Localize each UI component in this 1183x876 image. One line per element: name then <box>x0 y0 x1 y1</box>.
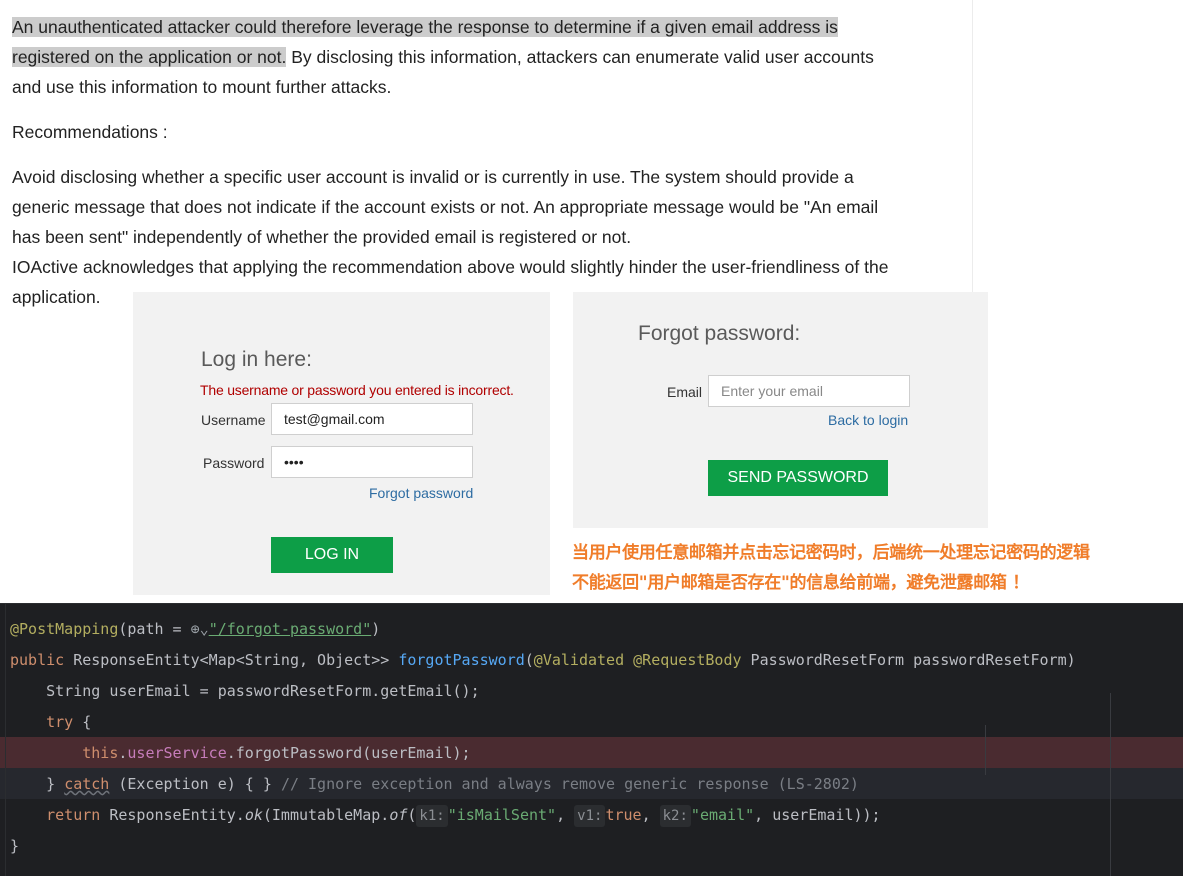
report-line: registered on the application or not. By… <box>12 42 972 72</box>
forgot-password-title: Forgot password: <box>638 322 801 345</box>
code-line: } <box>10 837 20 855</box>
report-line: An unauthenticated attacker could theref… <box>12 12 972 42</box>
gutter <box>5 603 6 876</box>
code-line: } catch (Exception e) { } // Ignore exce… <box>10 769 859 800</box>
code-token: (ImmutableMap. <box>262 806 390 824</box>
indent-guide <box>1110 693 1111 876</box>
parameter-hint: k2: <box>659 805 691 827</box>
code-token: ( <box>524 651 534 669</box>
code-line: this.userService.forgotPassword(userEmai… <box>10 738 471 769</box>
report-line: and use this information to mount furthe… <box>12 77 392 97</box>
keyword-token: true <box>605 806 642 824</box>
code-token: PasswordResetForm passwordResetForm) <box>741 651 1076 669</box>
code-line: public ResponseEntity<Map<String, Object… <box>10 645 1076 676</box>
globe-icon[interactable]: ⊕ <box>191 614 200 645</box>
send-password-button[interactable]: SEND PASSWORD <box>708 460 888 496</box>
annotation-token: @Validated <box>533 651 625 669</box>
method-token: ok <box>244 806 263 824</box>
string-token: "isMailSent" <box>447 806 557 824</box>
keyword-token: public <box>10 651 65 669</box>
report-text-span: By disclosing this information, attacker… <box>286 47 874 67</box>
email-input[interactable]: Enter your email <box>708 375 910 407</box>
indent-guide <box>985 725 986 775</box>
annotation-token: @PostMapping <box>10 620 119 638</box>
code-editor[interactable]: @PostMapping(path = ⊕⌄"/forgot-password"… <box>0 603 1183 876</box>
highlighted-text: registered on the application or not. <box>12 47 287 67</box>
forgot-password-panel: Forgot password: Email Enter your email … <box>573 292 988 528</box>
note-line: 当用户使用任意邮箱并点击忘记密码时，后端统一处理忘记密码的逻辑 <box>572 543 1090 563</box>
code-token: ( <box>407 806 417 824</box>
code-token: ResponseEntity<Map<String, Object>> <box>64 651 399 669</box>
string-token: "email" <box>690 806 755 824</box>
parameter-hint: k1: <box>416 805 448 827</box>
code-token: (path = <box>118 620 191 638</box>
code-token: , <box>641 806 660 824</box>
divider <box>0 603 1183 604</box>
report-line: Avoid disclosing whether a specific user… <box>12 167 854 187</box>
username-input[interactable]: test@gmail.com <box>271 403 473 435</box>
email-label: Email <box>667 384 703 400</box>
note-line: 不能返回"用户邮箱是否存在"的信息给前端，避免泄露邮箱 ！ <box>572 573 1029 593</box>
keyword-token: return <box>46 806 101 824</box>
code-token: , userEmail)); <box>754 806 881 824</box>
method-token: of <box>389 806 408 824</box>
login-button[interactable]: LOG IN <box>271 537 393 573</box>
report-line: has been sent" independently of whether … <box>12 227 632 247</box>
annotation-token: @RequestBody <box>633 651 742 669</box>
report-line: IOActive acknowledges that applying the … <box>12 257 889 277</box>
password-input[interactable]: •••• <box>271 446 473 478</box>
code-token: ) <box>371 620 381 638</box>
login-error-message: The username or password you entered is … <box>200 382 514 398</box>
divider <box>972 0 973 292</box>
password-label: Password <box>203 455 265 471</box>
comment-token: // Ignore exception and always remove ge… <box>280 775 859 793</box>
login-title: Log in here: <box>201 348 312 371</box>
method-name-token: forgotPassword <box>398 651 525 669</box>
keyword-token: this <box>82 744 119 762</box>
string-token[interactable]: "/forgot-password" <box>209 620 372 638</box>
recommendations-heading: Recommendations : <box>12 122 168 142</box>
code-token: .forgotPassword(userEmail); <box>226 744 471 762</box>
back-to-login-link[interactable]: Back to login <box>828 412 908 428</box>
report-line: application. <box>12 287 101 307</box>
field-token: userService <box>127 744 227 762</box>
forgot-password-link[interactable]: Forgot password <box>369 485 473 501</box>
report-line: generic message that does not indicate i… <box>12 197 879 217</box>
login-panel: Log in here: The username or password yo… <box>133 292 550 595</box>
code-token: { <box>73 713 92 731</box>
code-line: try { <box>10 707 91 738</box>
username-label: Username <box>201 412 266 428</box>
keyword-token: try <box>46 713 74 731</box>
parameter-hint: v1: <box>574 805 606 827</box>
report-text: An unauthenticated attacker could theref… <box>12 12 972 282</box>
chevron-down-icon[interactable]: ⌄ <box>200 614 209 645</box>
code-token: , <box>556 806 575 824</box>
annotation-note: 当用户使用任意邮箱并点击忘记密码时，后端统一处理忘记密码的逻辑 不能返回"用户邮… <box>572 538 1090 598</box>
code-token: } <box>46 775 65 793</box>
code-line: return ResponseEntity.ok(ImmutableMap.of… <box>10 800 881 831</box>
code-line: @PostMapping(path = ⊕⌄"/forgot-password"… <box>10 614 380 645</box>
code-token: ResponseEntity. <box>100 806 245 824</box>
code-token: (Exception e) { } <box>109 775 281 793</box>
code-line: String userEmail = passwordResetForm.get… <box>10 682 480 700</box>
keyword-token: catch <box>64 775 110 793</box>
highlighted-text: An unauthenticated attacker could theref… <box>12 17 838 37</box>
